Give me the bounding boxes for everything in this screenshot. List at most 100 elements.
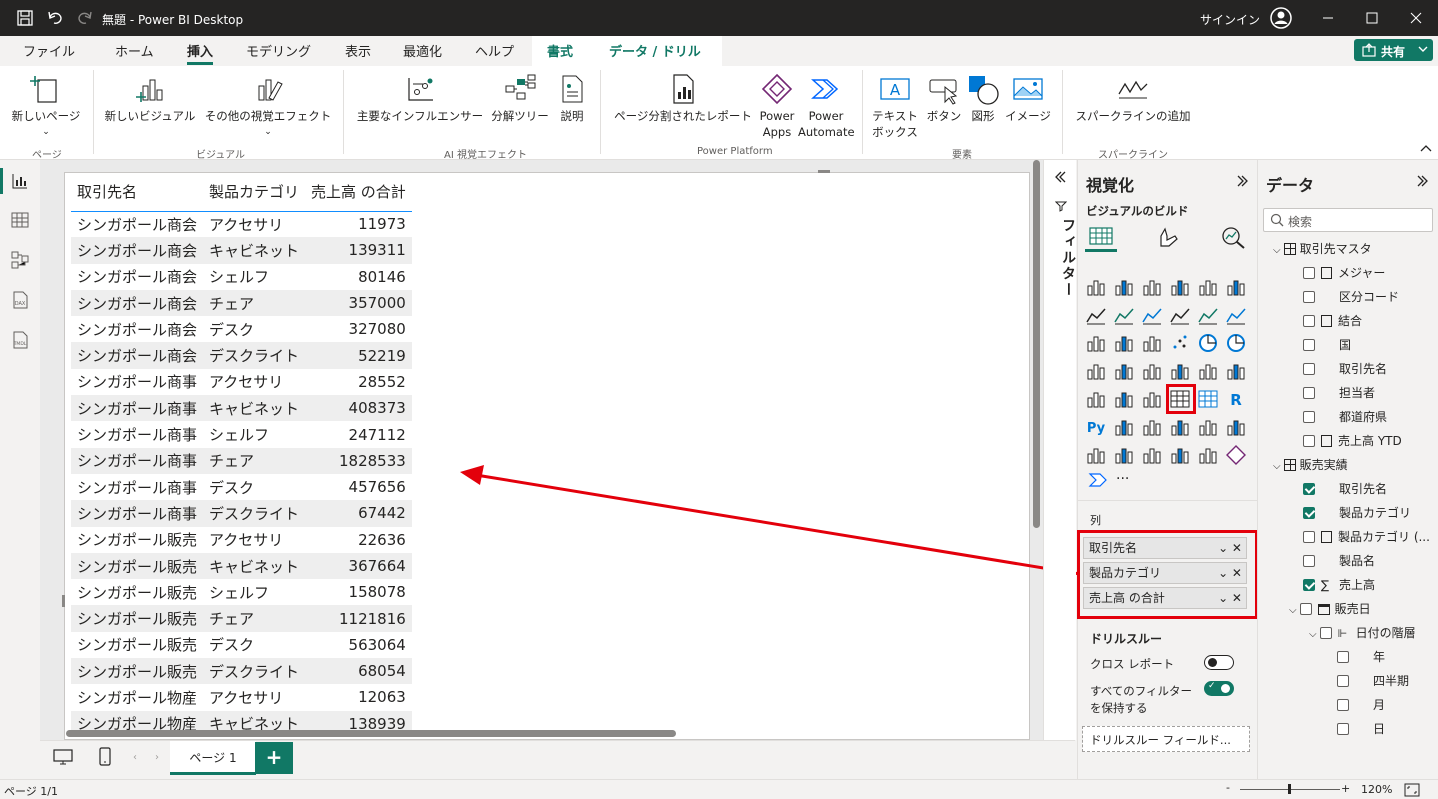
maximize-icon[interactable] [1352, 6, 1392, 30]
minimize-icon[interactable] [1308, 6, 1348, 30]
build-visual-tab[interactable] [1085, 222, 1117, 252]
filter-pane-label[interactable]: フィルター [1058, 218, 1078, 298]
tab-data-drill[interactable]: データ / ドリル [609, 41, 701, 63]
new-visual-button[interactable]: 新しいビジュアル [100, 72, 200, 124]
expand-filter-icon[interactable] [1053, 170, 1067, 184]
sparkline-button[interactable]: スパークラインの追加 [1070, 72, 1196, 124]
power-apps-button[interactable]: Power Apps [757, 72, 797, 140]
horizontal-scrollbar[interactable] [66, 730, 676, 737]
stacked-area-visual-icon[interactable] [1141, 304, 1163, 326]
shape-map-visual-icon[interactable] [1169, 360, 1191, 382]
field-table-node[interactable]: ⌵ 販売実績 [1273, 456, 1348, 473]
field-checkbox[interactable] [1303, 387, 1315, 399]
tab-optimize[interactable]: 最適化 [403, 41, 442, 63]
field-item[interactable]: ⌵ ⊩ 日付の階層 [1309, 624, 1416, 641]
field-item[interactable]: 製品カテゴリ (... [1303, 528, 1430, 545]
field-checkbox[interactable] [1303, 579, 1315, 591]
table-row[interactable]: シンガポール商事 アクセサリ 28552 [71, 369, 412, 395]
ribbon-visual-icon[interactable] [1169, 304, 1191, 326]
signin-link[interactable]: サインイン [1200, 11, 1260, 28]
user-avatar-icon[interactable] [1270, 7, 1292, 29]
table-row[interactable]: シンガポール商事 デスクライト 67442 [71, 500, 412, 527]
chevron-down-icon[interactable]: ⌵ [1273, 461, 1281, 472]
field-checkbox[interactable] [1337, 699, 1349, 711]
textbox-button[interactable]: A テキスト ボックス [868, 72, 922, 140]
field-item[interactable]: 都道府県 [1303, 408, 1387, 425]
card-visual-icon[interactable] [1085, 388, 1107, 410]
r-visual-visual-icon[interactable]: R [1225, 388, 1247, 410]
100-bar-visual-icon[interactable] [1197, 276, 1219, 298]
table-row[interactable]: シンガポール販売 キャビネット 367664 [71, 552, 412, 580]
search-input[interactable]: 検索 [1288, 213, 1312, 230]
narrative-button[interactable]: 説明 [554, 72, 590, 124]
donut-visual-icon[interactable] [1225, 332, 1247, 354]
search-box[interactable]: 検索 [1263, 208, 1433, 232]
format-visual-icon[interactable] [1155, 226, 1181, 250]
desktop-layout-icon[interactable] [52, 747, 74, 767]
collapse-viz-icon[interactable] [1236, 174, 1250, 188]
image-visual-visual-icon[interactable] [1169, 444, 1191, 466]
drillthrough-field-well[interactable]: ドリルスルー フィールド... [1082, 726, 1250, 752]
filled-map-visual-icon[interactable] [1141, 360, 1163, 382]
table-row[interactable]: シンガポール物産 アクセサリ 12063 [71, 684, 412, 710]
field-checkbox[interactable] [1337, 675, 1349, 687]
table-row[interactable]: シンガポール販売 デスク 563064 [71, 632, 412, 658]
well-item-product-category[interactable]: 製品カテゴリ ⌄ ✕ [1083, 562, 1247, 584]
table-row[interactable]: シンガポール商会 チェア 357000 [71, 289, 412, 317]
field-item[interactable]: 取引先名 [1303, 360, 1387, 377]
add-page-button[interactable]: + [255, 742, 293, 774]
tab-file[interactable]: ファイル [23, 41, 75, 63]
ribbon-chart-visual-icon[interactable] [1085, 332, 1107, 354]
power-automate-button[interactable]: Power Automate [798, 72, 855, 140]
field-table-node[interactable]: ⌵ 取引先マスタ [1273, 240, 1372, 257]
table-row[interactable]: シンガポール商会 シェルフ 80146 [71, 264, 412, 290]
field-checkbox[interactable] [1303, 411, 1315, 423]
area-visual-icon[interactable] [1113, 304, 1135, 326]
more-visuals-ellipsis[interactable] [1088, 472, 1110, 488]
chevron-down-icon[interactable]: ⌄ ✕ [1218, 588, 1242, 608]
field-item[interactable]: 日 [1337, 720, 1385, 737]
model-view-icon[interactable] [10, 250, 30, 270]
decomp-tree-button[interactable]: 分解ツリー [488, 72, 552, 124]
well-item-sales-total[interactable]: 売上高 の合計 ⌄ ✕ [1083, 587, 1247, 609]
field-checkbox[interactable] [1303, 507, 1315, 519]
more-visuals-button[interactable]: その他の視覚エフェクト ⌄ [201, 72, 335, 140]
tab-format[interactable]: 書式 [547, 41, 573, 63]
zoom-in-button[interactable]: + [1341, 782, 1350, 795]
field-checkbox[interactable] [1303, 339, 1315, 351]
shapes-button[interactable]: 図形 [966, 72, 1000, 124]
funnel-visual-icon[interactable] [1141, 332, 1163, 354]
chevron-down-icon[interactable]: ⌵ [1289, 605, 1297, 616]
field-checkbox[interactable] [1303, 483, 1315, 495]
field-item[interactable]: ∑ 売上高 [1303, 576, 1375, 593]
page-tab-1[interactable]: ページ 1 [170, 741, 256, 775]
collapse-data-icon[interactable] [1416, 174, 1430, 188]
buttons-button[interactable]: ボタン [922, 72, 966, 124]
chevron-down-icon[interactable]: ⌵ [1309, 629, 1317, 640]
field-checkbox[interactable] [1299, 603, 1312, 615]
field-item[interactable]: メジャー [1303, 264, 1385, 281]
gauge-visual-icon[interactable] [1225, 360, 1247, 382]
scatter-visual-icon[interactable] [1169, 332, 1191, 354]
field-item[interactable]: 四半期 [1337, 672, 1409, 689]
close-icon[interactable] [1396, 6, 1436, 30]
field-item[interactable]: 国 [1303, 336, 1351, 353]
trophy-visual-icon[interactable] [1197, 416, 1219, 438]
field-checkbox[interactable] [1303, 363, 1315, 375]
header-product-category[interactable]: 製品カテゴリ [203, 173, 306, 212]
line-column-visual-icon[interactable] [1197, 304, 1219, 326]
kpi-visual-icon[interactable] [1113, 388, 1135, 410]
table-row[interactable]: シンガポール商事 チェア 1828533 [71, 447, 412, 474]
field-checkbox[interactable] [1303, 291, 1315, 303]
field-item[interactable]: 取引先名 [1303, 480, 1387, 497]
resize-handle[interactable] [818, 170, 830, 173]
table-row[interactable]: シンガポール商事 デスク 457656 [71, 474, 412, 500]
table-view-icon[interactable] [10, 210, 30, 230]
new-page-button[interactable]: 新しいページ ⌄ [8, 72, 84, 140]
matrix-visual-icon[interactable] [1197, 388, 1219, 410]
paginated-visual-icon[interactable] [1225, 416, 1247, 438]
fit-to-page-icon[interactable] [1404, 783, 1420, 797]
dax-query-view-icon[interactable]: DAX [10, 290, 30, 310]
decomp-tree-visual-icon[interactable] [1141, 416, 1163, 438]
table-row[interactable]: シンガポール商会 キャビネット 139311 [71, 237, 412, 264]
